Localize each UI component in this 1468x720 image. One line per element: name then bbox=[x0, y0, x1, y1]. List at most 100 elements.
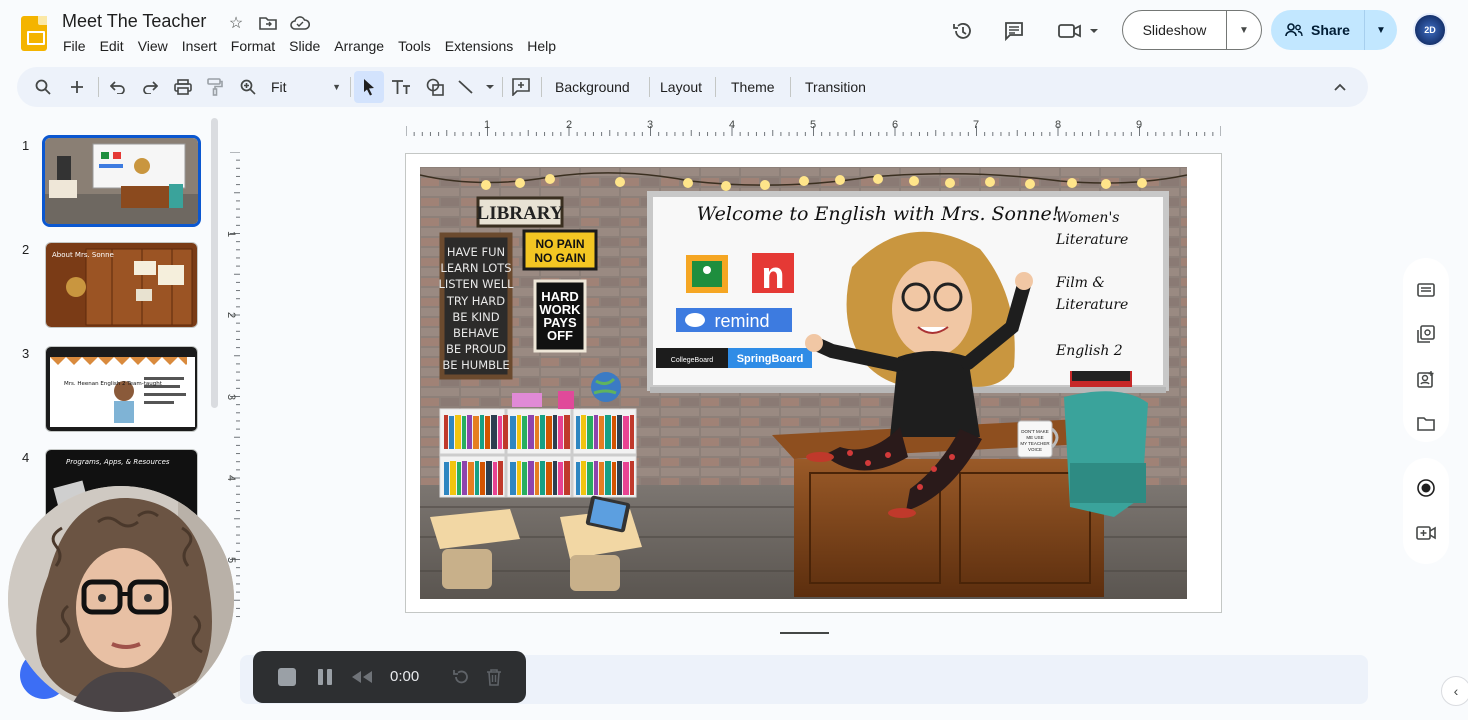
book bbox=[493, 462, 497, 495]
text-box-icon[interactable] bbox=[388, 74, 414, 100]
menu-format[interactable]: Format bbox=[224, 36, 282, 56]
book bbox=[605, 415, 611, 449]
book bbox=[546, 416, 552, 449]
header: Meet The Teacher ☆ File Edit View Insert… bbox=[0, 0, 1468, 64]
book bbox=[623, 416, 629, 449]
zoom-select[interactable]: Fit ▼ bbox=[265, 74, 347, 100]
menu-bar: File Edit View Insert Format Slide Arran… bbox=[56, 36, 563, 56]
pause-icon[interactable] bbox=[313, 665, 337, 689]
book bbox=[444, 415, 448, 449]
stop-icon[interactable] bbox=[275, 665, 299, 689]
book bbox=[535, 416, 539, 449]
share-options-chevron-down-icon[interactable]: ▼ bbox=[1365, 10, 1397, 50]
keep-notes-icon[interactable] bbox=[1414, 278, 1438, 302]
menu-tools[interactable]: Tools bbox=[391, 36, 438, 56]
chalk-line: BE HUMBLE bbox=[442, 358, 509, 372]
collapse-toolbar-chevron-up-icon[interactable] bbox=[1327, 74, 1353, 100]
document-title[interactable]: Meet The Teacher bbox=[62, 11, 206, 32]
chalk-line: HAVE FUN bbox=[447, 245, 505, 259]
share-button-group: Share ▼ bbox=[1271, 10, 1397, 50]
classroom-scene[interactable]: LIBRARY HAVE FUN LEARN LOTS LISTEN WELL … bbox=[420, 167, 1187, 599]
book bbox=[535, 462, 539, 495]
book bbox=[449, 416, 454, 449]
toolbar-divider bbox=[649, 77, 650, 97]
slide-thumbnail-1[interactable] bbox=[42, 135, 201, 227]
insert-comment-icon[interactable] bbox=[508, 74, 534, 100]
record-icon[interactable] bbox=[1414, 476, 1438, 500]
toolbar-divider bbox=[98, 77, 99, 97]
delete-icon[interactable] bbox=[482, 665, 506, 689]
meet-icon[interactable] bbox=[1053, 14, 1103, 48]
book bbox=[517, 415, 521, 449]
rewind-icon[interactable] bbox=[350, 665, 374, 689]
restart-icon[interactable] bbox=[449, 665, 473, 689]
collegeboard-label: CollegeBoard bbox=[671, 357, 714, 364]
book bbox=[553, 461, 557, 495]
vertical-ruler[interactable]: 1 2 3 4 5 bbox=[222, 152, 240, 622]
menu-arrange[interactable]: Arrange bbox=[327, 36, 391, 56]
undo-icon[interactable] bbox=[105, 74, 131, 100]
chalk-line: BE KIND bbox=[452, 310, 499, 324]
cloud-saved-icon[interactable] bbox=[290, 13, 310, 33]
menu-file[interactable]: File bbox=[56, 36, 93, 56]
account-avatar[interactable]: 2D bbox=[1413, 13, 1447, 47]
video-camera-icon[interactable] bbox=[1414, 521, 1438, 545]
slides-logo-icon[interactable] bbox=[21, 16, 47, 51]
book bbox=[599, 462, 604, 495]
zoom-value: Fit bbox=[271, 79, 287, 95]
layout-button[interactable]: Layout bbox=[654, 74, 708, 100]
thumb-4-title: Programs, Apps, & Resources bbox=[66, 458, 170, 466]
tasks-icon[interactable] bbox=[1414, 322, 1438, 346]
share-button[interactable]: Share bbox=[1271, 10, 1365, 50]
horizontal-ruler[interactable]: 1 2 3 4 5 6 7 8 9 bbox=[406, 118, 1221, 136]
slideshow-button[interactable]: Slideshow bbox=[1123, 11, 1227, 49]
menu-insert[interactable]: Insert bbox=[175, 36, 224, 56]
zoom-chevron-down-icon: ▼ bbox=[332, 82, 341, 92]
print-icon[interactable] bbox=[170, 74, 196, 100]
book bbox=[540, 461, 545, 495]
slide-thumbnail-2[interactable]: About Mrs. Sonne bbox=[45, 242, 198, 328]
background-button[interactable]: Background bbox=[549, 74, 636, 100]
thumb-2-title: About Mrs. Sonne bbox=[52, 251, 114, 259]
ruler-label: 3 bbox=[647, 119, 653, 131]
menu-help[interactable]: Help bbox=[520, 36, 563, 56]
slide-number: 4 bbox=[22, 450, 30, 465]
book bbox=[522, 416, 527, 449]
search-menus-icon[interactable] bbox=[30, 74, 56, 100]
select-cursor-icon[interactable] bbox=[354, 71, 384, 103]
theme-button[interactable]: Theme bbox=[725, 74, 781, 100]
book bbox=[486, 461, 492, 495]
transition-button[interactable]: Transition bbox=[799, 74, 872, 100]
toolbar-divider bbox=[715, 77, 716, 97]
speaker-notes-resize-handle[interactable] bbox=[780, 632, 829, 634]
ruler-label: 5 bbox=[810, 119, 816, 131]
move-folder-icon[interactable] bbox=[258, 13, 278, 33]
zoom-icon[interactable] bbox=[235, 74, 261, 100]
menu-extensions[interactable]: Extensions bbox=[438, 36, 520, 56]
redo-icon[interactable] bbox=[137, 74, 163, 100]
slideshow-options-chevron-down-icon[interactable]: ▼ bbox=[1227, 11, 1261, 49]
menu-slide[interactable]: Slide bbox=[282, 36, 327, 56]
ruler-label: 2 bbox=[225, 312, 237, 318]
filmstrip-scrollbar[interactable] bbox=[211, 118, 218, 408]
chalk-line: BEHAVE bbox=[453, 326, 499, 340]
paint-format-icon[interactable] bbox=[202, 74, 228, 100]
menu-edit[interactable]: Edit bbox=[93, 36, 131, 56]
ruler-label: 6 bbox=[892, 119, 898, 131]
book bbox=[455, 415, 461, 449]
book bbox=[587, 416, 593, 449]
menu-view[interactable]: View bbox=[131, 36, 175, 56]
slide-thumbnail-3[interactable]: Mrs. Heenan English 2 Team-taught bbox=[45, 346, 198, 432]
webcam-bubble[interactable] bbox=[8, 486, 234, 712]
drive-folder-icon[interactable] bbox=[1414, 412, 1438, 436]
star-icon[interactable]: ☆ bbox=[226, 13, 246, 33]
version-history-icon[interactable] bbox=[946, 14, 980, 48]
shape-icon[interactable] bbox=[422, 74, 448, 100]
book bbox=[480, 415, 484, 449]
book bbox=[630, 415, 634, 449]
collapse-side-panel-chevron-icon[interactable]: ‹ bbox=[1441, 676, 1468, 706]
contacts-icon[interactable] bbox=[1414, 367, 1438, 391]
new-slide-plus-icon[interactable] bbox=[64, 74, 90, 100]
comments-icon[interactable] bbox=[997, 14, 1031, 48]
line-icon[interactable] bbox=[456, 74, 496, 100]
